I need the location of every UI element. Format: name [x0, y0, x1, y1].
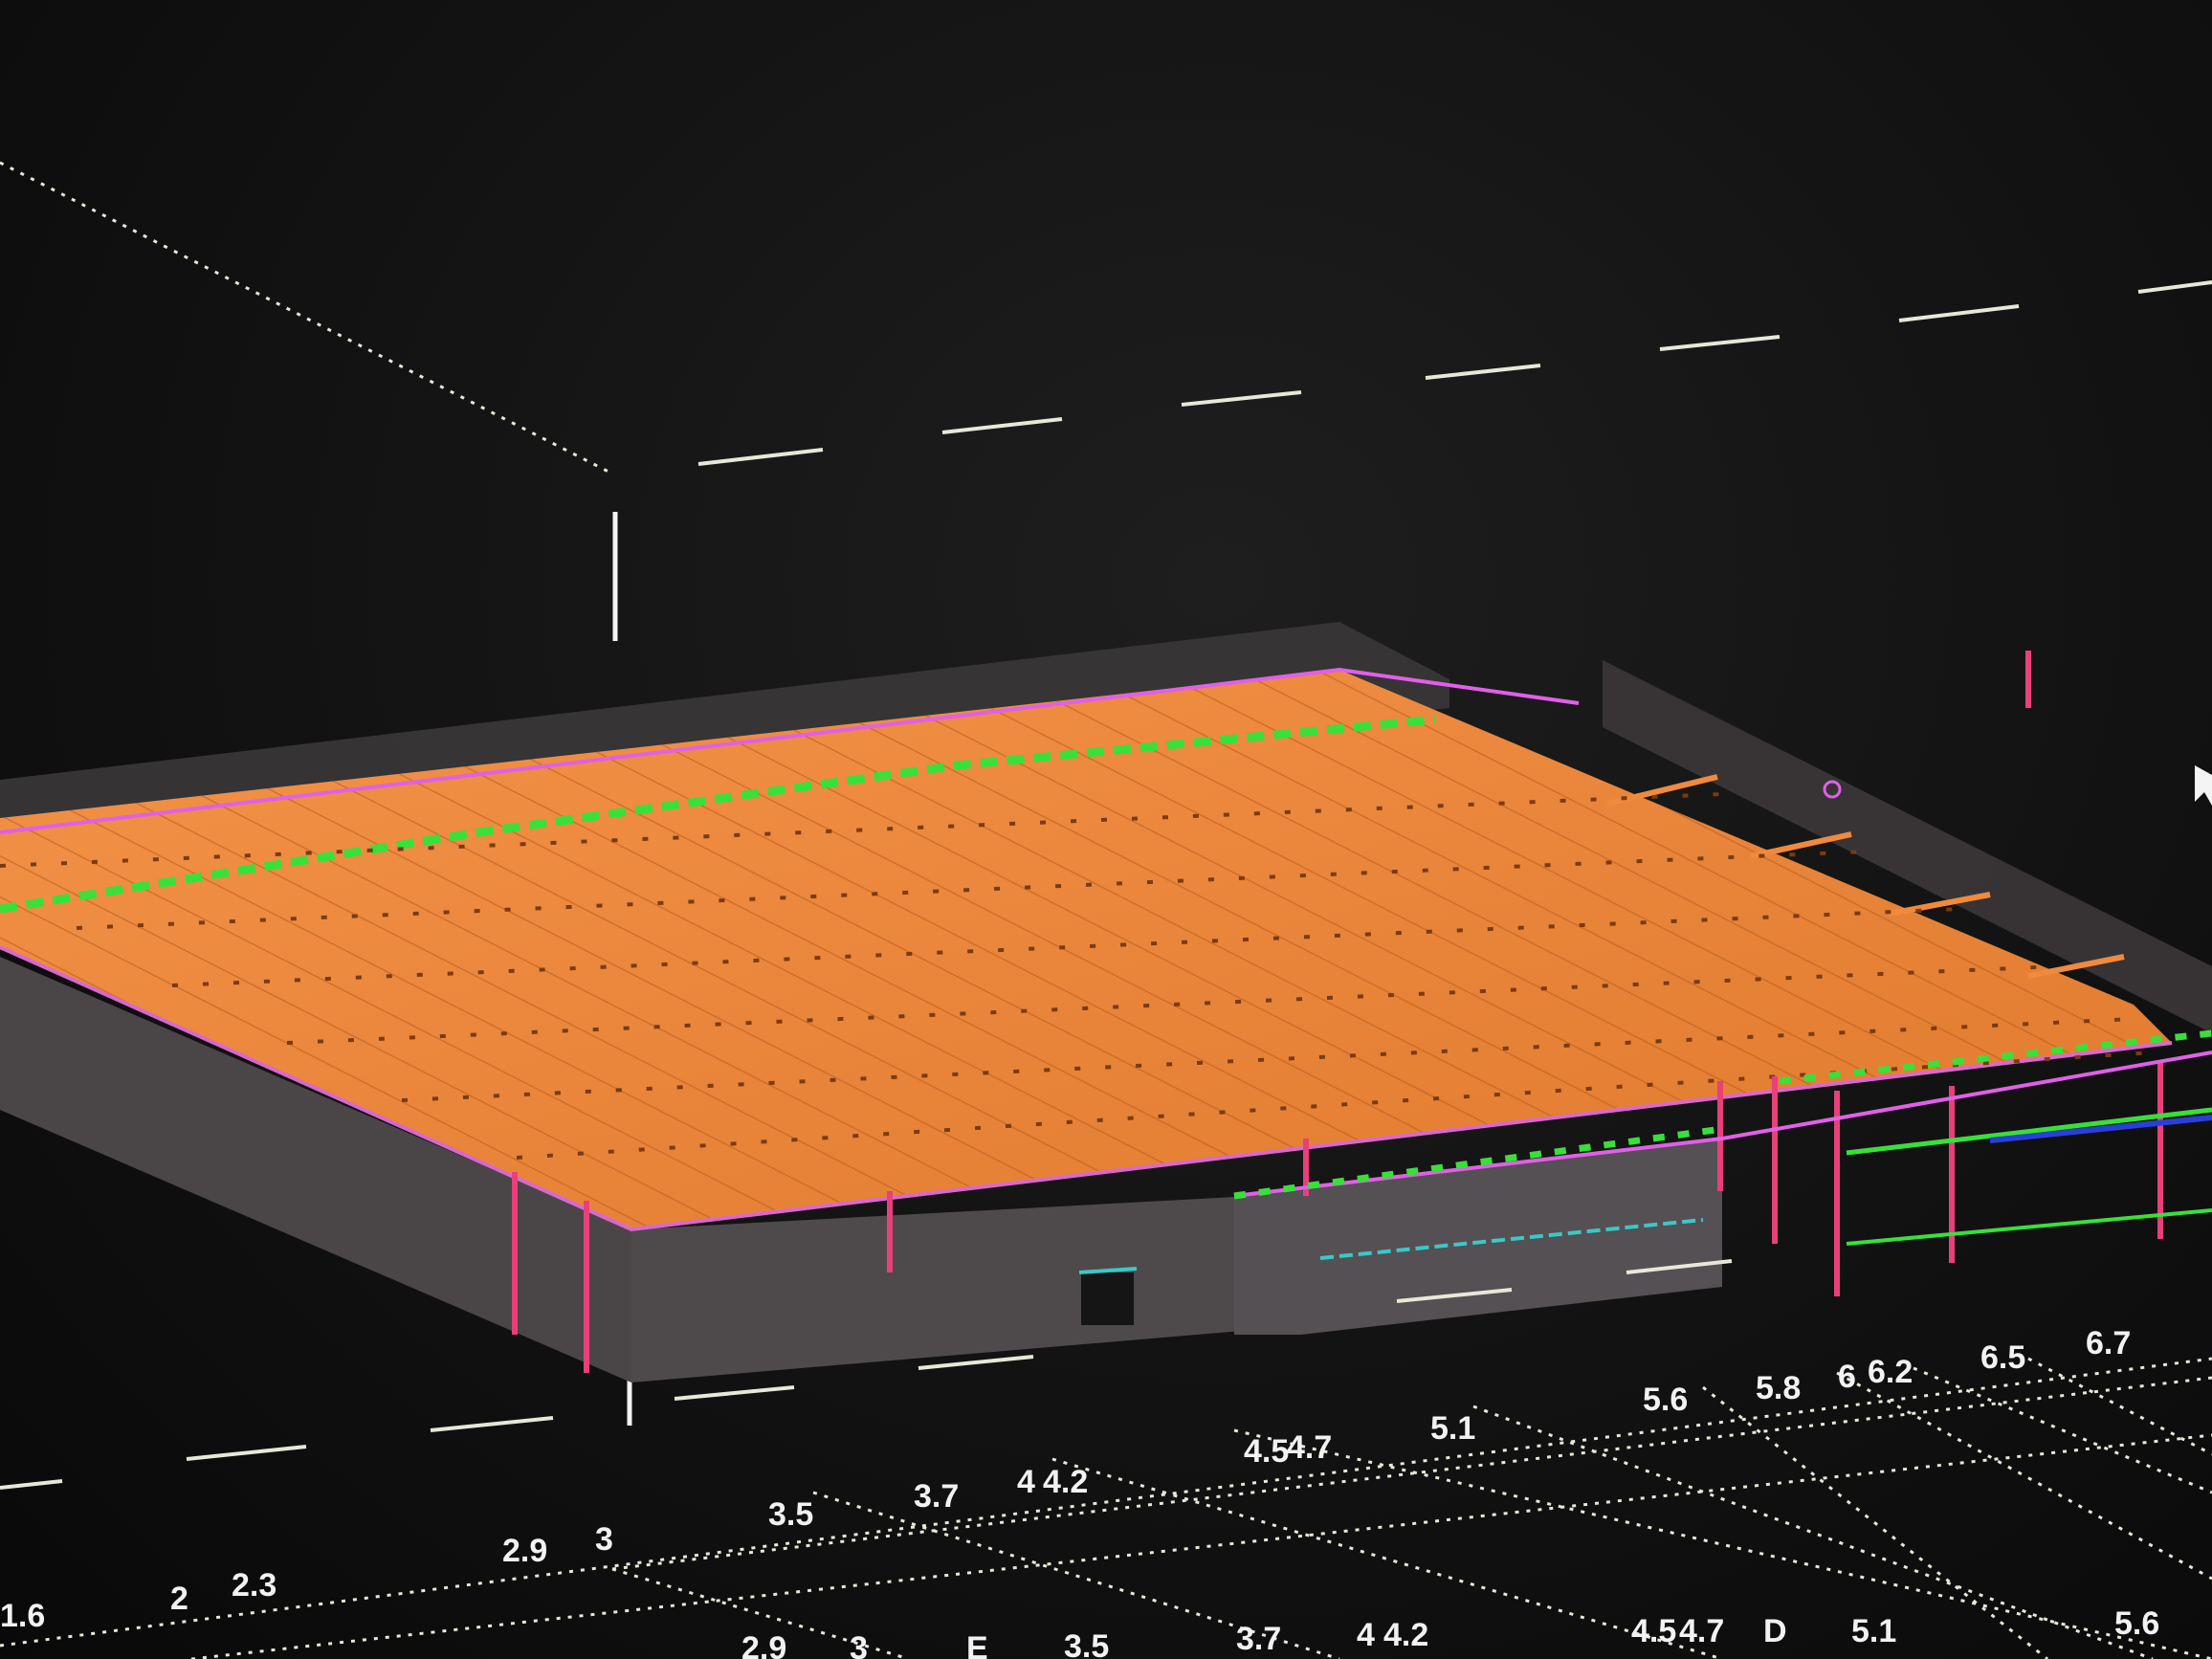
grid-label: 6.7 — [2086, 1325, 2131, 1361]
grid-label: 3 — [595, 1521, 613, 1558]
grid-label: 2.9 — [741, 1630, 786, 1659]
grid-label: 6.2 — [1868, 1354, 1913, 1390]
grid-label: 5.8 — [1756, 1370, 1801, 1406]
grid-label: 2.3 — [232, 1567, 276, 1604]
reference-line-diagonal — [0, 161, 613, 476]
grid-label: 3 — [850, 1630, 868, 1659]
arrow-cursor-icon — [2195, 765, 2212, 806]
grid-labels-near: 2.9 3 E 3.5 3.7 4 4.2 4.5 4.7 D 5.1 5.6 — [741, 1605, 2159, 1659]
grid-label: 3.5 — [1064, 1628, 1109, 1659]
grid-label: 3.5 — [768, 1496, 813, 1533]
grid-label: 3.7 — [1236, 1621, 1281, 1657]
grid-label: 3.7 — [914, 1478, 959, 1515]
grid-label: 4 — [1017, 1464, 1035, 1500]
grid-label: 5.6 — [2114, 1605, 2159, 1642]
grid-label: 5.1 — [1851, 1613, 1896, 1649]
grid-label: 4 — [1357, 1617, 1375, 1653]
grid-label: 2 — [170, 1581, 188, 1617]
grid-label: 4.5 — [1244, 1433, 1289, 1470]
door-opening — [1081, 1272, 1134, 1325]
grid-label: 4.7 — [1679, 1613, 1724, 1649]
grid-label: 6 — [1838, 1359, 1856, 1395]
grid-label: 4.2 — [1383, 1617, 1428, 1653]
grid-label: E — [966, 1630, 988, 1659]
grid-label: 5.1 — [1430, 1410, 1475, 1447]
3d-model-viewport[interactable]: 1.6 2 2.3 2.9 3 3.5 3.7 4 4.2 4.5 4.7 5.… — [0, 0, 2212, 1659]
grid-label: 4.5 — [1631, 1613, 1676, 1649]
grid-labels-far: 1.6 2 2.3 2.9 3 3.5 3.7 4 4.2 4.5 4.7 5.… — [0, 1325, 2131, 1634]
grid-label: 4.2 — [1043, 1464, 1088, 1500]
building-model-view[interactable]: 1.6 2 2.3 2.9 3 3.5 3.7 4 4.2 4.5 4.7 5.… — [0, 0, 2212, 1659]
grid-label: 4.7 — [1287, 1429, 1332, 1466]
grid-label: 1.6 — [0, 1598, 45, 1634]
grid-label: D — [1763, 1613, 1787, 1649]
grid-label: 5.6 — [1643, 1382, 1688, 1418]
grid-label: 2.9 — [502, 1533, 547, 1569]
front-wall-bottom — [631, 1196, 1253, 1382]
grid-label: 6.5 — [1980, 1339, 2025, 1376]
